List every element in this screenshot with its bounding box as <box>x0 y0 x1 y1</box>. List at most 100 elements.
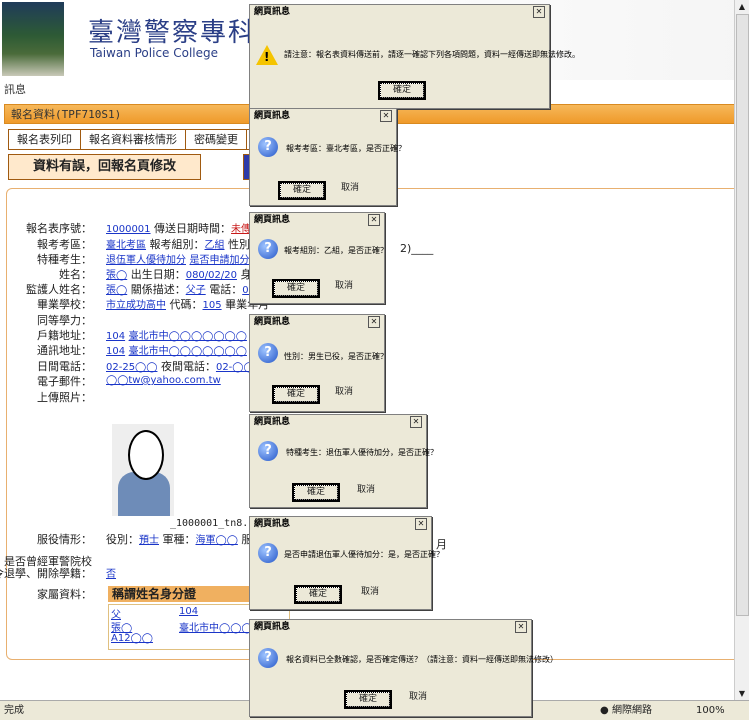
ok-button[interactable]: 確定 <box>272 385 320 404</box>
applicant-photo <box>112 424 174 516</box>
tab-print-form[interactable]: 報名表列印 <box>8 129 81 150</box>
close-icon[interactable]: ✕ <box>380 110 392 122</box>
back-edit-button[interactable]: 資料有誤，回報名頁修改 <box>8 154 202 180</box>
field-value-link: 080/02/20 <box>185 270 237 281</box>
field-label: 畢業學校： <box>37 298 92 311</box>
field-value: 02-25◯◯ 夜間電話：02-◯◯ <box>106 358 255 374</box>
ok-button[interactable]: 確定 <box>292 483 340 502</box>
field-value-link: 乙組 <box>204 240 225 251</box>
question-icon: ? <box>258 543 278 563</box>
vertical-scrollbar[interactable]: ▲ ▼ <box>734 0 749 700</box>
message-dialog: 網頁訊息 ✕? 報考考區：臺北考區，是否正確？ 確定 取消 <box>249 108 406 206</box>
field-value-link: 預士 <box>139 535 159 546</box>
cancel-button[interactable]: 取消 <box>398 690 438 705</box>
question-icon: ? <box>258 441 278 461</box>
warning-mark: ! <box>264 50 270 64</box>
field-value-text: 傳送日期時間： <box>150 222 232 235</box>
field-label: 通訊地址： <box>37 344 92 357</box>
ok-button[interactable]: 確定 <box>294 585 342 604</box>
school-logo-image <box>2 2 64 76</box>
tab-change-password[interactable]: 密碼變更 <box>185 129 247 150</box>
dialog-message: 性別：男生已役，是否正確？ <box>284 352 388 361</box>
cancel-button[interactable]: 取消 <box>324 385 364 400</box>
scroll-up-icon[interactable]: ▲ <box>737 2 747 11</box>
field-value: ◯◯tw@yahoo.com.tw <box>106 373 221 386</box>
zone-label: 網際網路 <box>612 705 652 716</box>
globe-icon: ● <box>600 705 609 716</box>
redacted-face <box>128 430 164 480</box>
field-value: 市立成功高中 代碼：105 畢業年月 <box>106 296 269 312</box>
field-label: 日間電話： <box>37 360 92 373</box>
field-label: 姓名： <box>59 268 92 281</box>
family-zip: 104 <box>179 606 199 617</box>
message-dialog: 網頁訊息 ✕? 報名資料已全數確認，是否確定傳送？（請注意：資料一經傳送即無法修改）… <box>249 619 558 717</box>
field-value: 張◯ 出生日期：080/02/20 身分 <box>106 266 262 282</box>
scroll-down-icon[interactable]: ▼ <box>737 689 747 698</box>
cancel-button[interactable]: 取消 <box>330 181 370 196</box>
cancel-button[interactable]: 取消 <box>346 483 386 498</box>
field-value-link: 104 <box>106 346 126 357</box>
field-value-text: 夜間電話： <box>157 360 216 373</box>
field-value-link: ◯◯tw@yahoo.com.tw <box>106 375 221 386</box>
close-icon[interactable]: ✕ <box>515 621 527 633</box>
field-value-text: 關係描述： <box>127 283 186 296</box>
message-dialog: 網頁訊息 ✕? 是否申請退伍軍人優待加分：是，是否正確？ 確定 取消 <box>249 516 444 610</box>
field-label: 監護人姓名： <box>26 283 92 296</box>
scroll-thumb[interactable] <box>736 14 749 616</box>
cancel-button[interactable]: 取消 <box>350 585 390 600</box>
message-label: 訊息 <box>4 83 26 96</box>
field-value-link: 臺北市中◯◯◯◯◯◯◯ <box>128 346 247 357</box>
field-value-link: 105 <box>202 300 222 311</box>
field-value-text: 役別： <box>106 533 139 546</box>
field-fragment: 2)____ <box>400 242 434 255</box>
dialog-title: 網頁訊息 <box>250 109 396 123</box>
dialog-title: 網頁訊息 <box>250 5 549 19</box>
dialog-message: 報考考區：臺北考區，是否正確？ <box>286 144 406 153</box>
message-dialog: 網頁訊息 ✕? 報考組別：乙組，是否正確？ 確定 取消 <box>249 212 388 304</box>
field-label: 服役情形： <box>37 533 92 546</box>
field-value: 104 臺北市中◯◯◯◯◯◯◯ <box>106 327 247 342</box>
close-icon[interactable]: ✕ <box>368 316 380 328</box>
field-label: 報考考區： <box>37 238 92 251</box>
question-icon: ? <box>258 343 278 363</box>
field-label: 報名表序號： <box>26 222 92 235</box>
dialog-title: 網頁訊息 <box>250 620 531 634</box>
field-label: 家屬資料： <box>37 588 92 601</box>
field-label: 同等學力： <box>37 314 92 327</box>
close-icon[interactable]: ✕ <box>533 6 545 18</box>
close-icon[interactable]: ✕ <box>368 214 380 226</box>
ok-button[interactable]: 確定 <box>344 690 392 709</box>
field-value: 張◯ 關係描述：父子 電話：02- <box>106 281 259 297</box>
field-value-text: 電話： <box>205 283 243 296</box>
dialog-title: 網頁訊息 <box>250 315 384 329</box>
field-value-link: 是否申請加分 <box>189 255 250 266</box>
dialog-title: 網頁訊息 <box>250 213 384 227</box>
field-value-link: 退伍軍人優待加分 <box>106 255 186 266</box>
field-value-text: 軍種： <box>159 533 196 546</box>
zoom-level[interactable]: 100% <box>696 701 725 720</box>
dialog-message: 報名資料已全數確認，是否確定傳送？（請注意：資料一經傳送即無法修改） <box>286 655 558 664</box>
dialog-message: 特種考生：退伍軍人優待加分，是否正確？ <box>286 448 438 457</box>
tab-bar: 報名表列印 報名資料審核情形 密碼變更 登 <box>8 129 275 150</box>
field-value-link: 張◯ <box>106 285 128 296</box>
ok-button[interactable]: 確定 <box>278 181 326 200</box>
field-value-text: 出生日期： <box>127 268 186 281</box>
field-value-link: 1000001 <box>106 224 151 235</box>
question-icon: ? <box>258 137 278 157</box>
family-address: 臺北市中◯◯◯ <box>179 623 253 634</box>
dialog-title: 網頁訊息 <box>250 517 431 531</box>
field-value-link: 104 <box>106 331 126 342</box>
tab-review-status[interactable]: 報名資料審核情形 <box>80 129 186 150</box>
close-icon[interactable]: ✕ <box>410 416 422 428</box>
ok-button[interactable]: 確定 <box>378 81 426 100</box>
field-label: 特種考生： <box>37 253 92 266</box>
school-name-en: Taiwan Police College <box>90 46 219 60</box>
field-label: 電子郵件： <box>37 375 92 388</box>
field-value-link: 02-25◯◯ <box>106 362 158 373</box>
ok-button[interactable]: 確定 <box>272 279 320 298</box>
family-id: A12◯◯ <box>111 633 153 644</box>
family-name: 張◯ <box>111 623 133 634</box>
close-icon[interactable]: ✕ <box>415 518 427 530</box>
question-icon: ? <box>258 239 278 259</box>
cancel-button[interactable]: 取消 <box>324 279 364 294</box>
